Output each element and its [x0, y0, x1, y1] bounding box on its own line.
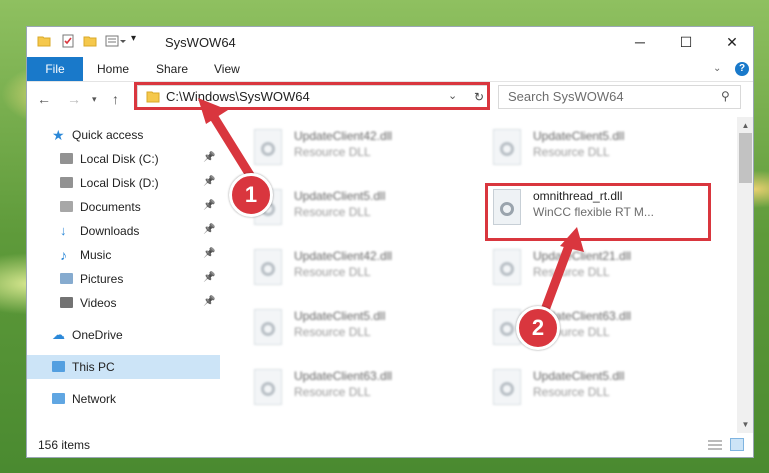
callout-badge-1: 1: [229, 173, 273, 217]
callout-badge-2: 2: [516, 306, 560, 350]
annotation-arrows: [198, 98, 584, 323]
